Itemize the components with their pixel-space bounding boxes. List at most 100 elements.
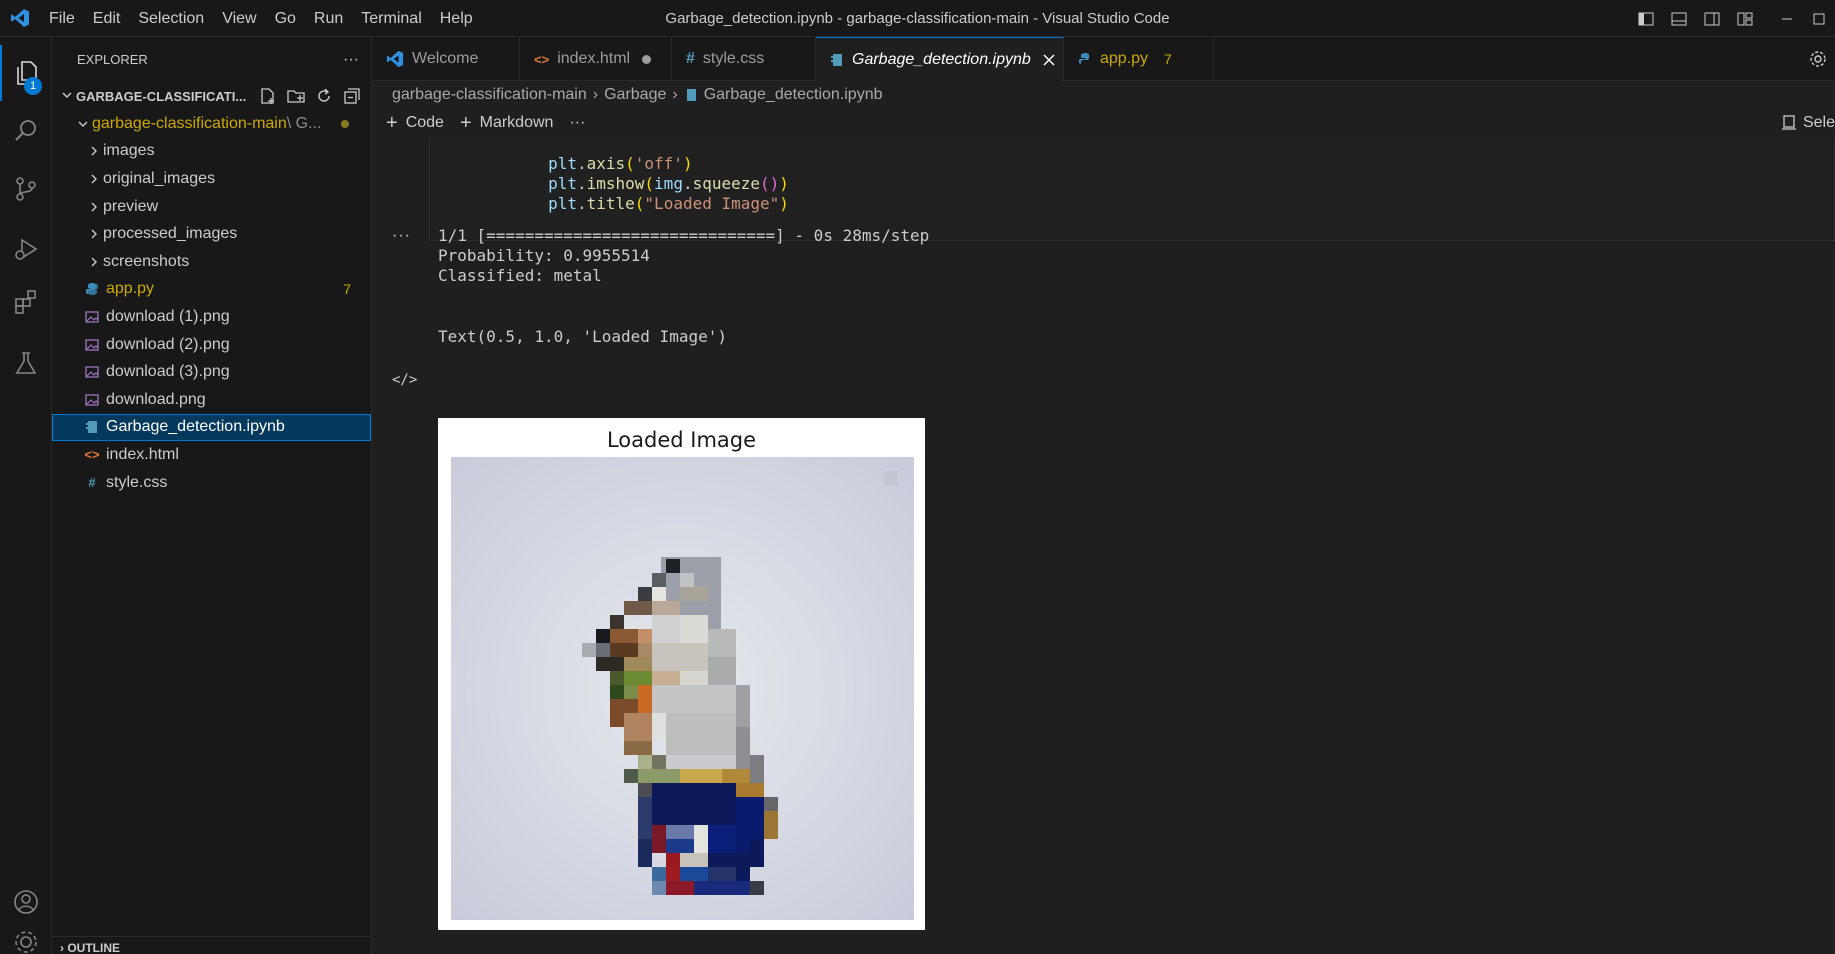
toggle-sidebar-icon[interactable] [1629, 0, 1662, 37]
menu-view[interactable]: View [213, 0, 265, 37]
activity-bar: 1 [0, 37, 52, 954]
add-code-cell-button[interactable]: + Code [386, 113, 444, 133]
tree-file-download-3[interactable]: download (3).png [52, 358, 371, 386]
file-label: style.css [106, 473, 168, 491]
css-file-icon: # [686, 50, 695, 67]
breadcrumb-item[interactable]: Garbage [604, 86, 666, 104]
kernel-icon [1781, 114, 1797, 131]
run-debug-icon[interactable] [0, 221, 52, 277]
vscode-logo-icon [0, 0, 40, 37]
explorer-more-button[interactable]: ··· [343, 51, 359, 69]
python-file-icon [1078, 52, 1092, 66]
new-file-icon[interactable] [257, 85, 279, 107]
tab-garbage-detection[interactable]: Garbage_detection.ipynb [816, 37, 1064, 81]
output-classified-line: Classified: metal [438, 266, 602, 285]
folder-label: screenshots [103, 252, 190, 270]
tree-file-style-css[interactable]: # style.css [52, 469, 371, 497]
refresh-icon[interactable] [313, 85, 335, 107]
menu-file[interactable]: File [40, 0, 84, 37]
tab-label: Garbage_detection.ipynb [852, 50, 1031, 68]
extensions-icon[interactable] [0, 273, 52, 329]
tree-folder-preview[interactable]: preview [52, 193, 371, 221]
outline-section-header[interactable]: › OUTLINE [52, 936, 372, 954]
minimize-icon[interactable] [1761, 0, 1813, 37]
tree-folder-original-images[interactable]: original_images [52, 165, 371, 193]
add-markdown-label: Markdown [479, 113, 554, 131]
tree-file-download[interactable]: download.png [52, 386, 371, 414]
chevron-right-icon: › [592, 85, 599, 103]
toggle-panel-icon[interactable] [1662, 0, 1695, 37]
chevron-right-icon [85, 256, 103, 268]
menu-help[interactable]: Help [431, 0, 482, 37]
customize-layout-icon[interactable] [1728, 0, 1761, 37]
code-token: "Loaded Image" [644, 194, 780, 213]
tree-folder-processed-images[interactable]: processed_images [52, 220, 371, 248]
folder-label: processed_images [103, 225, 238, 243]
file-label: download (1).png [106, 307, 230, 325]
notebook-file-icon [684, 88, 698, 102]
breadcrumb-item[interactable]: Garbage_detection.ipynb [704, 86, 883, 104]
notebook-settings-gear-icon[interactable] [1801, 37, 1835, 81]
title-controls [1629, 0, 1835, 37]
output-progress-line: 1/1 [==============================] - 0… [438, 226, 930, 245]
tree-file-index-html[interactable]: <> index.html [52, 441, 371, 469]
output-probability-line: Probability: 0.9955514 [438, 246, 650, 265]
output-figure: Loaded Image [438, 418, 925, 930]
toggle-secondary-sidebar-icon[interactable] [1695, 0, 1728, 37]
notebook-more-button[interactable]: ··· [569, 114, 585, 132]
manage-gear-icon[interactable] [0, 929, 52, 954]
collapse-all-icon[interactable] [341, 85, 363, 107]
maximize-icon[interactable] [1813, 0, 1835, 37]
tree-file-download-2[interactable]: download (2).png [52, 331, 371, 359]
menu-go[interactable]: Go [266, 0, 305, 37]
html-file-icon: <> [534, 51, 550, 67]
chevron-right-icon: › [60, 941, 64, 954]
file-label: download (3).png [106, 363, 230, 381]
search-icon[interactable] [0, 103, 52, 159]
tree-folder-images[interactable]: images [52, 138, 371, 166]
tree-file-app-py[interactable]: app.py 7 [52, 276, 371, 304]
explorer-sidebar: EXPLORER ··· GARBAGE-CLASSIFICATI... gar… [52, 37, 372, 954]
output-code-icon[interactable]: </> [392, 372, 417, 388]
menu-selection[interactable]: Selection [129, 0, 213, 37]
breadcrumb-item[interactable]: garbage-classification-main [392, 86, 587, 104]
new-folder-icon[interactable] [285, 85, 307, 107]
file-label: download.png [106, 390, 206, 408]
testing-icon[interactable] [0, 335, 52, 391]
code-line: plt.title("Loaded Image") [548, 194, 789, 213]
tab-index-html[interactable]: <> index.html [520, 37, 672, 81]
close-icon[interactable] [1043, 53, 1055, 66]
title-bar: File Edit Selection View Go Run Terminal… [0, 0, 1835, 37]
source-control-icon[interactable] [0, 161, 52, 217]
menu-edit[interactable]: Edit [84, 0, 130, 37]
menu-terminal[interactable]: Terminal [352, 0, 430, 37]
explorer-icon[interactable]: 1 [0, 45, 52, 101]
loaded-image [451, 457, 914, 920]
tree-file-download-1[interactable]: download (1).png [52, 303, 371, 331]
tree-folder-screenshots[interactable]: screenshots [52, 248, 371, 276]
css-file-icon: # [88, 475, 96, 491]
tab-app-py[interactable]: app.py 7 [1064, 37, 1214, 81]
explorer-title: EXPLORER [77, 52, 148, 67]
image-file-icon [82, 362, 102, 382]
menu-run[interactable]: Run [305, 0, 352, 37]
explorer-header: EXPLORER ··· [52, 37, 371, 82]
image-file-icon [82, 335, 102, 355]
tree-file-garbage-detection[interactable]: Garbage_detection.ipynb [52, 413, 371, 442]
tree-folder-root[interactable]: garbage-classification-main \ G... [52, 110, 371, 138]
plus-icon: + [386, 111, 398, 134]
select-kernel-button[interactable]: Sele [1781, 108, 1835, 137]
file-label: Garbage_detection.ipynb [106, 418, 285, 436]
workspace-section-header[interactable]: GARBAGE-CLASSIFICATI... [52, 82, 371, 110]
accounts-icon[interactable] [0, 874, 52, 930]
unsaved-dot-icon[interactable] [642, 54, 652, 64]
tab-welcome[interactable]: Welcome [372, 37, 520, 81]
add-markdown-cell-button[interactable]: + Markdown [460, 113, 554, 133]
tab-label: Welcome [412, 50, 479, 67]
chevron-down-icon [74, 118, 92, 130]
tab-style-css[interactable]: # style.css [672, 37, 816, 81]
output-more-button[interactable]: ··· [392, 227, 411, 245]
image-file-icon [82, 390, 102, 410]
chevron-right-icon [85, 228, 103, 240]
problems-badge: 7 [343, 281, 351, 298]
